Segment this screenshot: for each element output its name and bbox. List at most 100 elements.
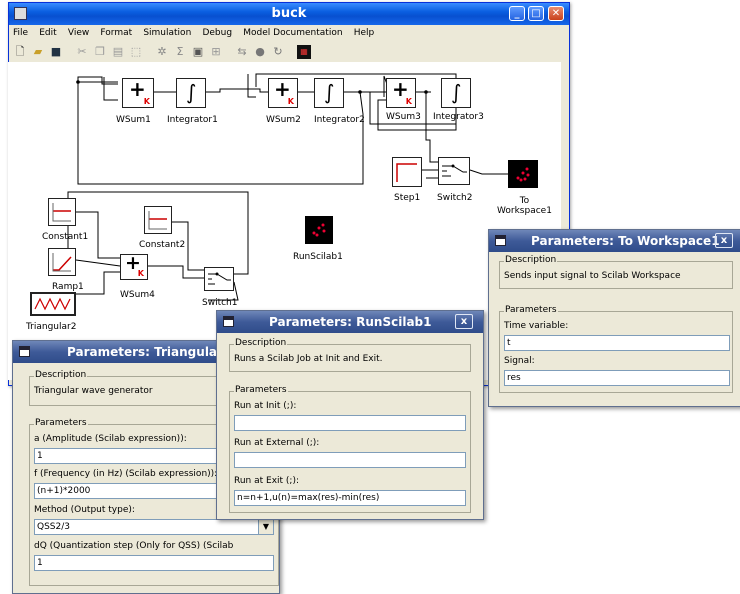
gain-symbol: K xyxy=(405,97,412,106)
runscilab-dialog: Parameters: RunScilab1 x Description Run… xyxy=(216,310,484,520)
ramp-icon xyxy=(52,253,72,272)
step1-block[interactable] xyxy=(392,157,422,187)
wsum3-block[interactable]: + K xyxy=(386,77,416,108)
wsum2-block[interactable]: + K xyxy=(268,77,298,108)
wsum3-label: WSum3 xyxy=(386,112,421,122)
compile-icon[interactable]: ✲ xyxy=(155,45,169,59)
toolbar: 🗋 ▰ ■ ✂ ❐ ▤ ⬚ ✲ Σ ▣ ⊞ ⇆ ● ↻ ▦ xyxy=(9,43,569,63)
integrator1-label: Integrator1 xyxy=(167,115,218,125)
run-at-exit-label: Run at Exit (;): xyxy=(234,476,300,486)
component-icon[interactable]: ▣ xyxy=(191,45,205,59)
chevron-down-icon[interactable]: ▼ xyxy=(258,520,273,534)
step1-label: Step1 xyxy=(394,193,421,203)
switch2-block[interactable] xyxy=(438,157,470,185)
window-icon xyxy=(19,346,30,357)
time-variable-input[interactable]: t xyxy=(504,335,730,351)
switch1-label: Switch1 xyxy=(202,298,238,308)
diagram-icon[interactable]: ⊞ xyxy=(209,45,223,59)
paste-icon[interactable]: ▤ xyxy=(111,45,125,59)
group-label: Parameters xyxy=(504,305,558,315)
maximize-button[interactable]: □ xyxy=(528,6,544,21)
minimize-button[interactable]: _ xyxy=(509,6,525,21)
group-label: Description xyxy=(34,370,88,380)
integrator3-label: Integrator3 xyxy=(433,112,484,122)
save-icon[interactable]: ■ xyxy=(49,45,63,59)
copy-icon[interactable]: ❐ xyxy=(93,45,107,59)
description-group: Description Runs a Scilab Job at Init an… xyxy=(229,338,471,372)
select-icon[interactable]: ⬚ xyxy=(129,45,143,59)
new-icon[interactable]: 🗋 xyxy=(13,45,27,59)
method-value: QSS2/3 xyxy=(37,522,70,532)
menu-help[interactable]: Help xyxy=(350,25,379,38)
dialog-titlebar[interactable]: Parameters: RunScilab1 x xyxy=(217,311,483,333)
menu-view[interactable]: View xyxy=(64,25,93,38)
dialog-title: Parameters: To Workspace1 xyxy=(531,234,720,248)
dq-label: dQ (Quantization step (Only for QSS) (Sc… xyxy=(34,541,234,551)
run-at-external-label: Run at External (;): xyxy=(234,438,320,448)
method-select[interactable]: QSS2/3 ▼ xyxy=(34,519,274,535)
menu-file[interactable]: File xyxy=(9,25,32,38)
time-variable-label: Time variable: xyxy=(504,321,569,331)
run-icon[interactable]: ⇆ xyxy=(235,45,249,59)
menu-simulation[interactable]: Simulation xyxy=(139,25,195,38)
group-label: Description xyxy=(504,255,558,265)
dq-input[interactable]: 1 xyxy=(34,555,274,571)
open-icon[interactable]: ▰ xyxy=(31,45,45,59)
menu-model-documentation[interactable]: Model Documentation xyxy=(239,25,346,38)
run-at-init-input[interactable] xyxy=(234,415,466,431)
menu-format[interactable]: Format xyxy=(96,25,136,38)
wsum1-block[interactable]: + K xyxy=(122,77,154,108)
run-at-exit-input[interactable]: n=n+1,u(n)=max(res)-min(res) xyxy=(234,490,466,506)
wsum4-block[interactable]: + K xyxy=(120,252,148,280)
group-label: Parameters xyxy=(234,385,288,395)
runscilab1-block[interactable] xyxy=(305,216,333,244)
dialog-title: Parameters: RunScilab1 xyxy=(269,315,432,329)
integrator2-block[interactable]: ∫ xyxy=(314,78,344,108)
close-button[interactable]: x xyxy=(715,233,733,248)
main-titlebar[interactable]: buck _ □ ✕ xyxy=(9,3,569,25)
dialog-titlebar[interactable]: Parameters: To Workspace1 x xyxy=(489,230,740,252)
gain-symbol: K xyxy=(287,97,294,106)
constant2-label: Constant2 xyxy=(139,240,186,250)
triangular2-label: Triangular2 xyxy=(26,322,77,332)
scilab-icon xyxy=(312,223,326,237)
run-at-init-label: Run at Init (;): xyxy=(234,401,297,411)
constant1-block[interactable] xyxy=(48,198,76,226)
close-button[interactable]: x xyxy=(455,314,473,329)
run-at-external-input[interactable] xyxy=(234,452,466,468)
stop-icon[interactable]: ↻ xyxy=(271,45,285,59)
to-workspace-block[interactable] xyxy=(508,160,538,188)
constant2-block[interactable] xyxy=(144,206,172,234)
menu-bar: File Edit View Format Simulation Debug M… xyxy=(9,25,569,43)
constant-icon xyxy=(52,203,71,222)
close-button[interactable]: ✕ xyxy=(548,6,564,21)
gain-symbol: K xyxy=(143,97,150,106)
window-title: buck xyxy=(271,6,307,21)
triangular2-block[interactable] xyxy=(30,292,76,316)
wsum4-label: WSum4 xyxy=(120,290,155,300)
description-text: Sends input signal to Scilab Workspace xyxy=(504,271,681,281)
window-icon xyxy=(495,235,506,246)
integrator2-label: Integrator2 xyxy=(314,115,365,125)
workspace-icon xyxy=(516,167,530,182)
window-icon xyxy=(223,316,234,327)
switch-icon xyxy=(208,272,231,285)
plot-icon[interactable]: ▦ xyxy=(297,45,311,59)
ramp1-block[interactable] xyxy=(48,248,76,276)
integrator3-block[interactable]: ∫ xyxy=(441,78,471,108)
integral-symbol: ∫ xyxy=(451,80,462,104)
menu-debug[interactable]: Debug xyxy=(198,25,236,38)
ramp1-label: Ramp1 xyxy=(52,282,84,292)
description-group: Description Sends input signal to Scilab… xyxy=(499,255,733,289)
frequency-label: f (Frequency (in Hz) (Scilab expression)… xyxy=(34,469,218,479)
cut-icon[interactable]: ✂ xyxy=(75,45,89,59)
step-icon xyxy=(396,163,417,182)
menu-edit[interactable]: Edit xyxy=(35,25,60,38)
switch1-block[interactable] xyxy=(204,267,234,291)
record-icon[interactable]: ● xyxy=(253,45,267,59)
integrator1-block[interactable]: ∫ xyxy=(176,78,206,108)
signal-input[interactable]: res xyxy=(504,370,730,386)
triangle-wave-icon xyxy=(34,297,71,311)
sum-icon[interactable]: Σ xyxy=(173,45,187,59)
method-label: Method (Output type): xyxy=(34,505,135,515)
